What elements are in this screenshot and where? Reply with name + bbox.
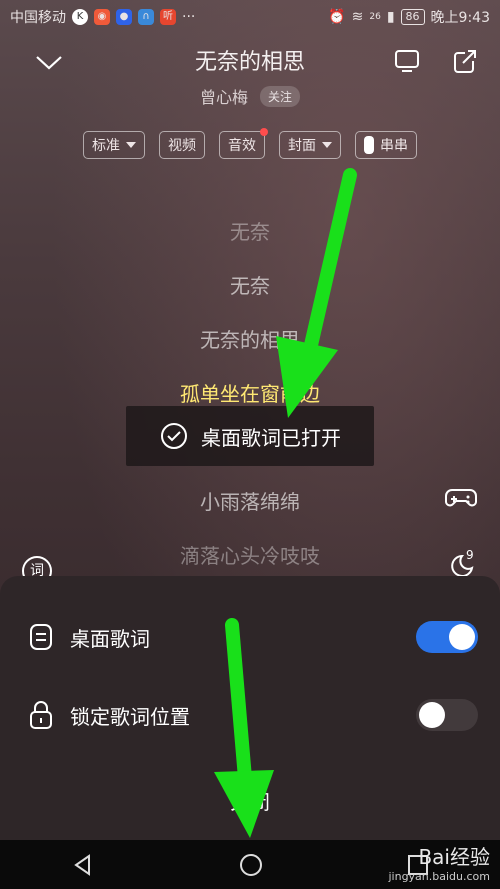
battery-badge: 86	[400, 9, 425, 25]
network-type-text: 26	[369, 12, 381, 22]
toast-message: 桌面歌词已打开	[126, 406, 374, 466]
caret-down-icon	[322, 142, 332, 148]
song-title: 无奈的相思	[194, 50, 305, 75]
lock-icon	[30, 701, 52, 729]
toast-text: 桌面歌词已打开	[201, 425, 341, 450]
chip-standard[interactable]: 标准	[83, 131, 145, 159]
mode-chips: 标准 视频 音效 封面 串串	[0, 128, 500, 159]
qq-app-icon: ●	[116, 9, 132, 25]
mini-toggle-icon	[364, 136, 374, 154]
more-notifications-icon: ···	[182, 9, 196, 25]
artist-name[interactable]: 曾心梅	[200, 84, 248, 108]
chip-label: 音效	[228, 138, 256, 154]
watermark-brand: Bai经验	[418, 845, 490, 869]
tv-screen-icon[interactable]	[390, 44, 424, 78]
chip-sound-effect[interactable]: 音效	[219, 128, 268, 159]
chip-label: 视频	[168, 138, 196, 154]
map-app-icon: ◉	[94, 9, 110, 25]
back-triangle-icon[interactable]	[71, 853, 95, 877]
chip-cover[interactable]: 封面	[279, 131, 341, 159]
desktop-lyrics-icon	[30, 624, 52, 650]
sleep-timer-count: 9	[466, 548, 474, 562]
lyric-line: 无奈的相思	[200, 328, 300, 352]
chip-label: 封面	[288, 138, 316, 154]
lyric-line: 无奈	[230, 274, 270, 298]
home-circle-icon[interactable]	[238, 852, 264, 878]
watermark-url: jingyan.baidu.com	[388, 870, 490, 883]
desktop-lyrics-label: 桌面歌词	[70, 626, 150, 651]
follow-button[interactable]: 关注	[260, 85, 301, 107]
lock-position-label: 锁定歌词位置	[70, 704, 190, 729]
desktop-lyrics-sheet: 桌面歌词 锁定歌词位置 关闭	[0, 576, 500, 840]
listen-app-icon: 听	[160, 9, 176, 25]
game-controller-icon[interactable]	[444, 484, 478, 516]
lyric-line: 无奈	[230, 220, 270, 244]
check-circle-icon	[161, 423, 187, 449]
lock-position-toggle[interactable]	[416, 699, 478, 731]
close-button[interactable]: 关闭	[0, 786, 500, 815]
chip-label: 串串	[380, 138, 408, 154]
signal-icon: ▮	[386, 9, 395, 25]
lock-position-row[interactable]: 锁定歌词位置	[0, 690, 500, 740]
clock-text: 晚上9:43	[430, 10, 490, 26]
toggle-knob	[449, 624, 475, 650]
lyric-line: 小雨落绵绵	[200, 490, 300, 514]
desktop-lyrics-toggle[interactable]	[416, 621, 478, 653]
caret-down-icon	[126, 142, 136, 148]
browser-app-icon: ∩	[138, 9, 154, 25]
toggle-knob	[419, 702, 445, 728]
share-icon[interactable]	[448, 44, 482, 78]
baidu-watermark: Bai经验 jingyan.baidu.com	[388, 841, 490, 883]
wifi-icon: ≋	[351, 9, 364, 25]
alarm-icon: ⏰	[328, 9, 346, 25]
artist-row: 曾心梅 关注	[0, 84, 500, 108]
chip-label: 标准	[92, 138, 120, 154]
carrier-text: 中国移动	[10, 10, 66, 26]
k-app-icon: K	[72, 9, 88, 25]
status-bar: 中国移动 K ◉ ● ∩ 听 ··· ⏰ ≋ 26 ▮ 86 晚上9:43	[0, 0, 500, 34]
desktop-lyrics-row[interactable]: 桌面歌词	[0, 612, 500, 662]
chip-video[interactable]: 视频	[159, 131, 205, 159]
lyrics-list[interactable]: 无奈 无奈 无奈的相思 孤单坐在窗前边 小雨落绵绵 滴落心头冷吱吱	[0, 212, 500, 590]
red-dot-badge	[260, 128, 268, 136]
chip-chuanchuan[interactable]: 串串	[355, 131, 417, 159]
